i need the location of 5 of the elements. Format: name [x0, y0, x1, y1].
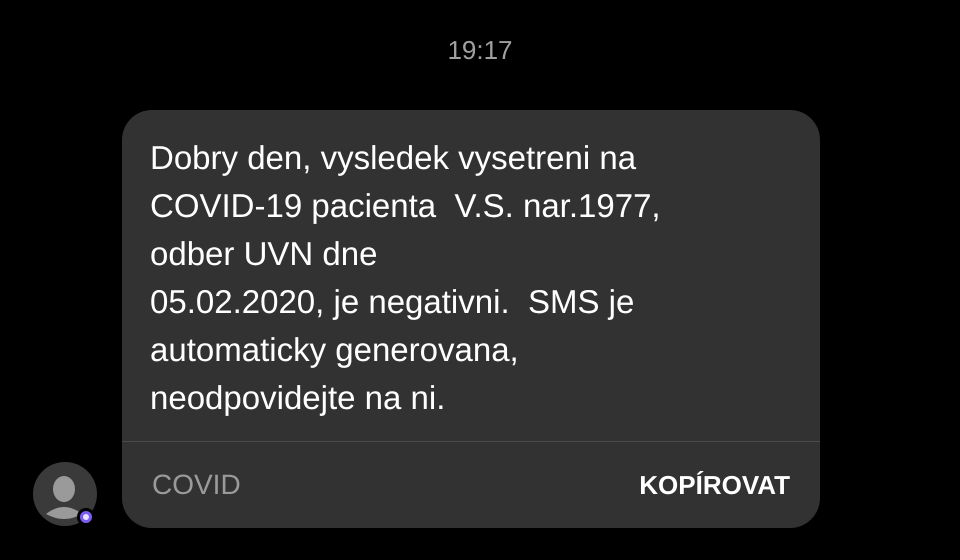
message-time: 19:17	[447, 34, 513, 66]
message-text: Dobry den, vysledek vysetreni na COVID-19 pacienta V.S. nar.1977, odber UVN dne 05.02.2020, je negativni. SMS je automaticky generovana, neodpovidejte na ni.	[149, 138, 662, 418]
copy-button[interactable]: KOPÍROVAT	[639, 466, 790, 504]
avatar-icon	[33, 462, 97, 526]
sender-label: COVID	[152, 468, 241, 502]
